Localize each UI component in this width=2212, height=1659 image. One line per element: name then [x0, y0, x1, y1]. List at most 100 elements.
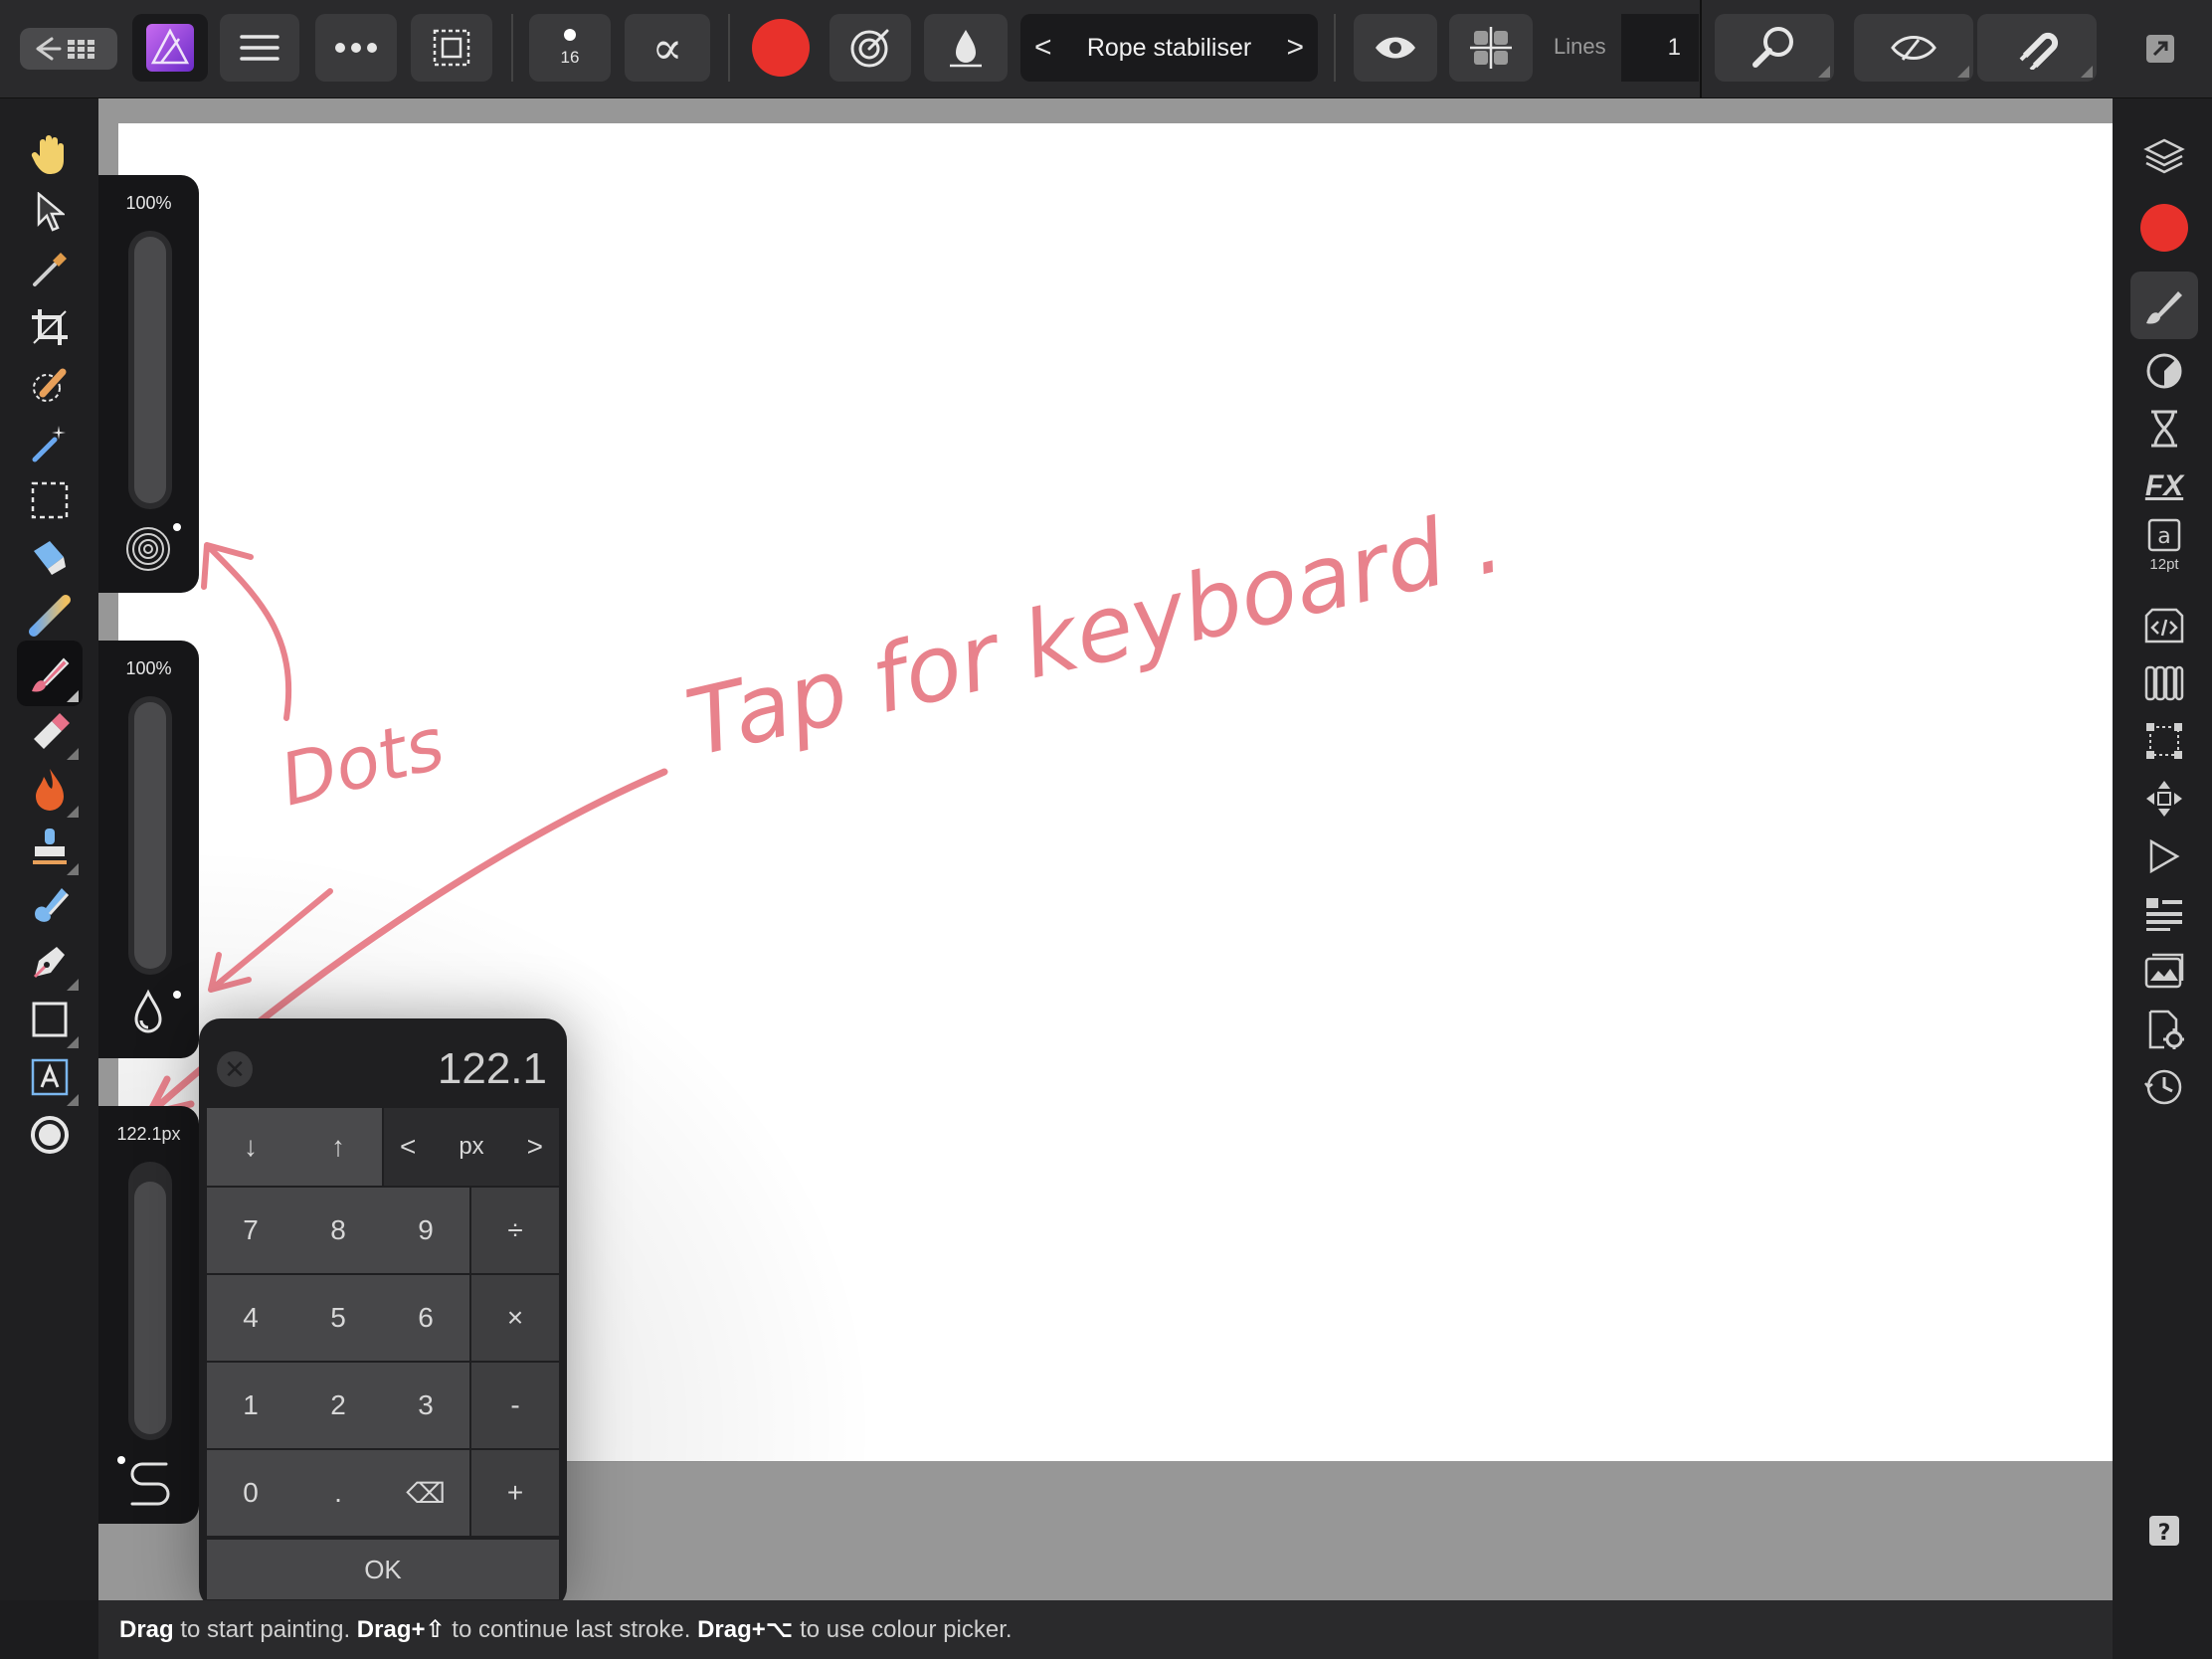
key-backspace[interactable]: ⌫ — [382, 1450, 469, 1536]
gradient-tool[interactable] — [17, 583, 83, 648]
pointer-icon — [37, 192, 65, 232]
pen-nib-icon — [33, 947, 65, 979]
marquee-tool[interactable] — [17, 467, 83, 533]
document-gear-icon — [2148, 1010, 2184, 1049]
text-frame-icon — [31, 1058, 69, 1096]
hand-icon — [31, 135, 64, 174]
key-8[interactable]: 8 — [294, 1188, 382, 1273]
smudge-icon — [35, 888, 70, 922]
paint-bucket-icon — [34, 541, 66, 575]
key-9[interactable]: 9 — [382, 1188, 469, 1273]
rectangle-marquee-icon — [31, 481, 69, 519]
svg-text:a: a — [2157, 524, 2170, 549]
fill-tool[interactable] — [17, 525, 83, 591]
width-value[interactable]: 122.1px — [98, 1124, 199, 1145]
burn-tool[interactable] — [17, 756, 83, 822]
selection-brush-tool[interactable] — [17, 352, 83, 418]
code-bracket-icon — [2144, 608, 2184, 644]
paint-brush-tool[interactable] — [17, 641, 83, 706]
key-plus[interactable]: + — [471, 1450, 559, 1536]
move-tool[interactable] — [17, 179, 83, 245]
stabiliser-curve-icon[interactable] — [126, 1458, 174, 1510]
droplet-flow-icon[interactable] — [130, 989, 166, 1036]
text-size-label: 12pt — [2149, 555, 2179, 573]
unit-next-icon[interactable]: > — [527, 1131, 543, 1163]
status-bar: Drag to start painting. Drag+⇧ to contin… — [98, 1600, 2113, 1659]
opacity-value: 100% — [125, 193, 172, 213]
key-multiply[interactable]: × — [471, 1275, 559, 1361]
paint-brush-icon — [32, 657, 70, 692]
history-studio-button[interactable] — [2130, 1053, 2198, 1121]
tools-panel — [0, 98, 98, 1600]
key-3[interactable]: 3 — [382, 1363, 469, 1448]
flood-select-tool[interactable] — [17, 410, 83, 475]
text-studio-button[interactable]: a 12pt — [2130, 504, 2198, 586]
status-text-2: to continue last stroke. — [445, 1616, 698, 1643]
key-4[interactable]: 4 — [207, 1275, 294, 1361]
key-6[interactable]: 6 — [382, 1275, 469, 1361]
selection-brush-icon — [33, 368, 67, 402]
clone-tool[interactable] — [17, 814, 83, 879]
flow-slider-fill — [134, 702, 166, 969]
key-5[interactable]: 5 — [294, 1275, 382, 1361]
clear-value-button[interactable]: ✕ — [217, 1051, 253, 1087]
stamp-icon — [33, 829, 67, 864]
status-gesture-2: Drag+⇧ — [356, 1616, 446, 1643]
key-7[interactable]: 7 — [207, 1188, 294, 1273]
key-decimal[interactable]: . — [294, 1450, 382, 1536]
layers-studio-button[interactable] — [2130, 122, 2198, 190]
text-tool[interactable] — [17, 1044, 83, 1110]
spiral-hardness-icon[interactable] — [124, 525, 172, 573]
svg-text:?: ? — [2158, 1521, 2171, 1546]
opacity-slider-fill — [134, 237, 166, 503]
shape-tool[interactable] — [17, 987, 83, 1052]
channels-icon — [2144, 665, 2184, 701]
width-slider-fill — [134, 1182, 166, 1434]
brushes-studio-button[interactable] — [2130, 272, 2198, 339]
colour-studio-swatch[interactable] — [2140, 204, 2188, 252]
app-window: 16 ∝ < Rope stabiliser > Lines 1 Dots Ta… — [0, 0, 2212, 1659]
gradient-icon — [29, 595, 71, 637]
image-gallery-icon — [2144, 953, 2184, 989]
unit-prev-icon[interactable]: < — [400, 1131, 416, 1163]
brush-studio-icon — [2146, 291, 2182, 324]
circle-icon — [31, 1116, 69, 1154]
arrow-to-opacity-stroke — [201, 542, 292, 721]
list-detail-icon — [2146, 898, 2182, 931]
ok-button[interactable]: OK — [207, 1540, 559, 1599]
help-button[interactable]: ? — [2130, 1497, 2198, 1565]
width-slider-panel: 122.1px — [98, 1106, 199, 1524]
colour-wheel-tool[interactable] — [17, 1102, 83, 1168]
crop-tool[interactable] — [17, 294, 83, 360]
view-tool[interactable] — [17, 121, 83, 187]
eyedropper-icon — [33, 253, 67, 286]
dots-handwriting: Dots — [273, 701, 453, 822]
fx-icon: FX — [2144, 469, 2184, 502]
move-arrows-icon — [2146, 781, 2182, 817]
erase-tool[interactable] — [17, 698, 83, 764]
character-icon: a — [2147, 518, 2181, 551]
arrow-down-icon: ↓ — [244, 1131, 258, 1162]
key-2[interactable]: 2 — [294, 1363, 382, 1448]
colour-picker-tool[interactable] — [17, 237, 83, 302]
clock-history-icon — [2144, 1069, 2182, 1105]
crop-icon — [32, 309, 68, 345]
unit-label: px — [459, 1133, 484, 1160]
flow-slider-panel: 100% — [98, 641, 199, 1058]
key-1[interactable]: 1 — [207, 1363, 294, 1448]
hourglass-icon — [2151, 410, 2177, 448]
play-icon — [2149, 838, 2180, 874]
flow-value: 100% — [125, 658, 172, 678]
pen-tool[interactable] — [17, 929, 83, 995]
help-question-icon: ? — [2149, 1516, 2179, 1546]
smudge-tool[interactable] — [17, 871, 83, 937]
adjustment-icon — [2146, 353, 2182, 389]
key-0[interactable]: 0 — [207, 1450, 294, 1536]
status-gesture-3: Drag+⌥ — [697, 1616, 794, 1643]
decrement-button[interactable]: ↓ — [207, 1108, 294, 1186]
key-minus[interactable]: - — [471, 1363, 559, 1448]
increment-button[interactable]: ↑ — [294, 1108, 382, 1186]
unit-selector[interactable]: < px > — [384, 1108, 559, 1186]
tap-for-keyboard-handwriting: Tap for keyboard . — [677, 486, 1512, 777]
key-divide[interactable]: ÷ — [471, 1188, 559, 1273]
